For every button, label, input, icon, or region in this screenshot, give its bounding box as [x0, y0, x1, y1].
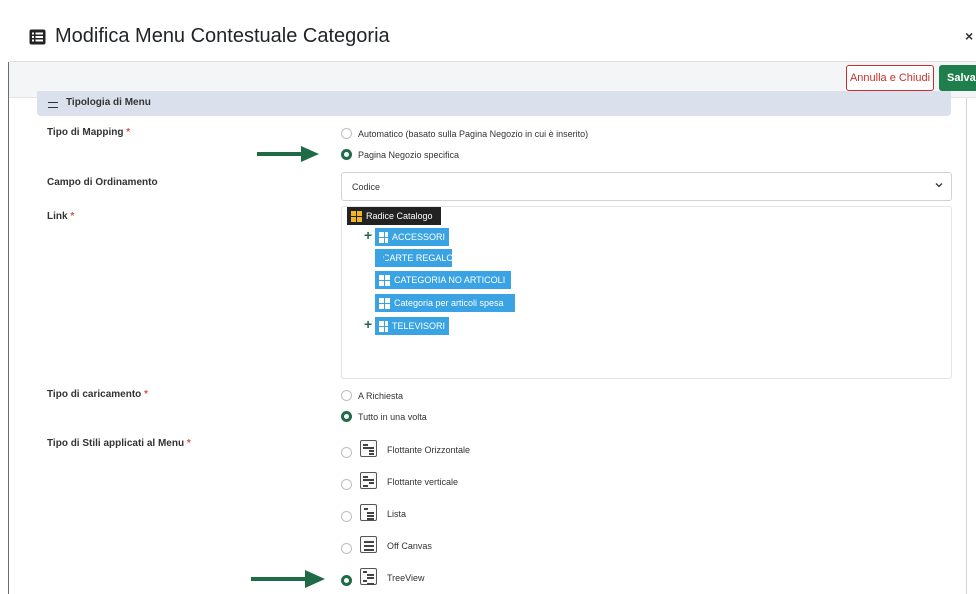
style-vertical-label: Flottante verticale	[387, 477, 459, 487]
link-label: Link *	[47, 211, 75, 222]
mapping-label: Tipo di Mapping *	[47, 127, 131, 138]
mapping-automatic-label: Automatico (basato sulla Pagina Negozio …	[358, 129, 589, 139]
mapping-automatic-radio[interactable]	[341, 128, 352, 139]
treeview-icon	[360, 568, 377, 585]
grid-icon	[351, 210, 362, 222]
vertical-menu-icon	[360, 472, 377, 489]
scrollbar-track[interactable]	[966, 98, 967, 594]
grid-icon	[379, 320, 390, 332]
section-title: Tipologia di Menu	[66, 97, 151, 108]
style-treeview-radio[interactable]	[341, 575, 352, 586]
loading-all-at-once-radio[interactable]	[341, 411, 352, 422]
ordering-value: Codice	[352, 182, 381, 192]
expand-plus-icon[interactable]: +	[364, 316, 372, 332]
section-header[interactable]: Tipologia di Menu	[37, 91, 951, 116]
style-vertical-radio[interactable]	[341, 479, 352, 490]
list-menu-icon	[360, 504, 377, 521]
list-icon	[29, 29, 46, 45]
close-icon[interactable]: ×	[965, 28, 973, 44]
grid-icon	[379, 274, 390, 286]
grid-icon	[379, 231, 390, 243]
collapse-icon	[48, 102, 58, 108]
loading-label: Tipo di caricamento *	[47, 389, 148, 400]
annotation-arrow-icon	[251, 570, 325, 588]
style-offcanvas-radio[interactable]	[341, 543, 352, 554]
tree-node-accessori[interactable]: ACCESSORI	[375, 228, 449, 246]
off-canvas-icon	[360, 536, 377, 553]
tree-root-node[interactable]: Radice Catalogo	[347, 207, 441, 225]
loading-on-demand-radio[interactable]	[341, 390, 352, 401]
loading-all-at-once-label: Tutto in una volta	[358, 412, 427, 422]
annotation-arrow-icon	[257, 146, 319, 162]
tree-node-categoria-no-articoli[interactable]: CATEGORIA NO ARTICOLI	[375, 271, 511, 289]
horizontal-menu-icon	[360, 440, 377, 457]
style-list-radio[interactable]	[341, 511, 352, 522]
loading-on-demand-label: A Richiesta	[358, 391, 404, 401]
style-horizontal-label: Flottante Orizzontale	[387, 445, 471, 455]
expand-plus-icon[interactable]: +	[364, 227, 372, 243]
cancel-and-close-button[interactable]: Annulla e Chiudi	[846, 65, 934, 91]
save-button[interactable]: Salva	[939, 65, 976, 91]
ordering-select[interactable]: Codice	[341, 172, 952, 201]
modal-header: Modifica Menu Contestuale Categoria ×	[0, 0, 976, 62]
tree-node-televisori[interactable]: TELEVISORI	[375, 317, 449, 335]
style-list-label: Lista	[387, 509, 407, 519]
grid-icon	[379, 297, 390, 309]
mapping-specific-radio[interactable]	[341, 149, 352, 160]
style-treeview-label: TreeView	[387, 573, 425, 583]
styles-label: Tipo di Stili applicati al Menu *	[47, 438, 191, 449]
style-offcanvas-label: Off Canvas	[387, 541, 432, 551]
tree-node-carte-regalo[interactable]: CARTE REGALO	[375, 249, 453, 267]
chevron-down-icon	[935, 183, 943, 188]
mapping-specific-label: Pagina Negozio specifica	[358, 150, 460, 160]
style-horizontal-radio[interactable]	[341, 447, 352, 458]
ordering-label: Campo di Ordinamento	[47, 177, 158, 188]
modal-title: Modifica Menu Contestuale Categoria	[55, 25, 390, 47]
tree-node-categoria-articoli-spesa[interactable]: Categoria per articoli spesa	[375, 294, 515, 312]
